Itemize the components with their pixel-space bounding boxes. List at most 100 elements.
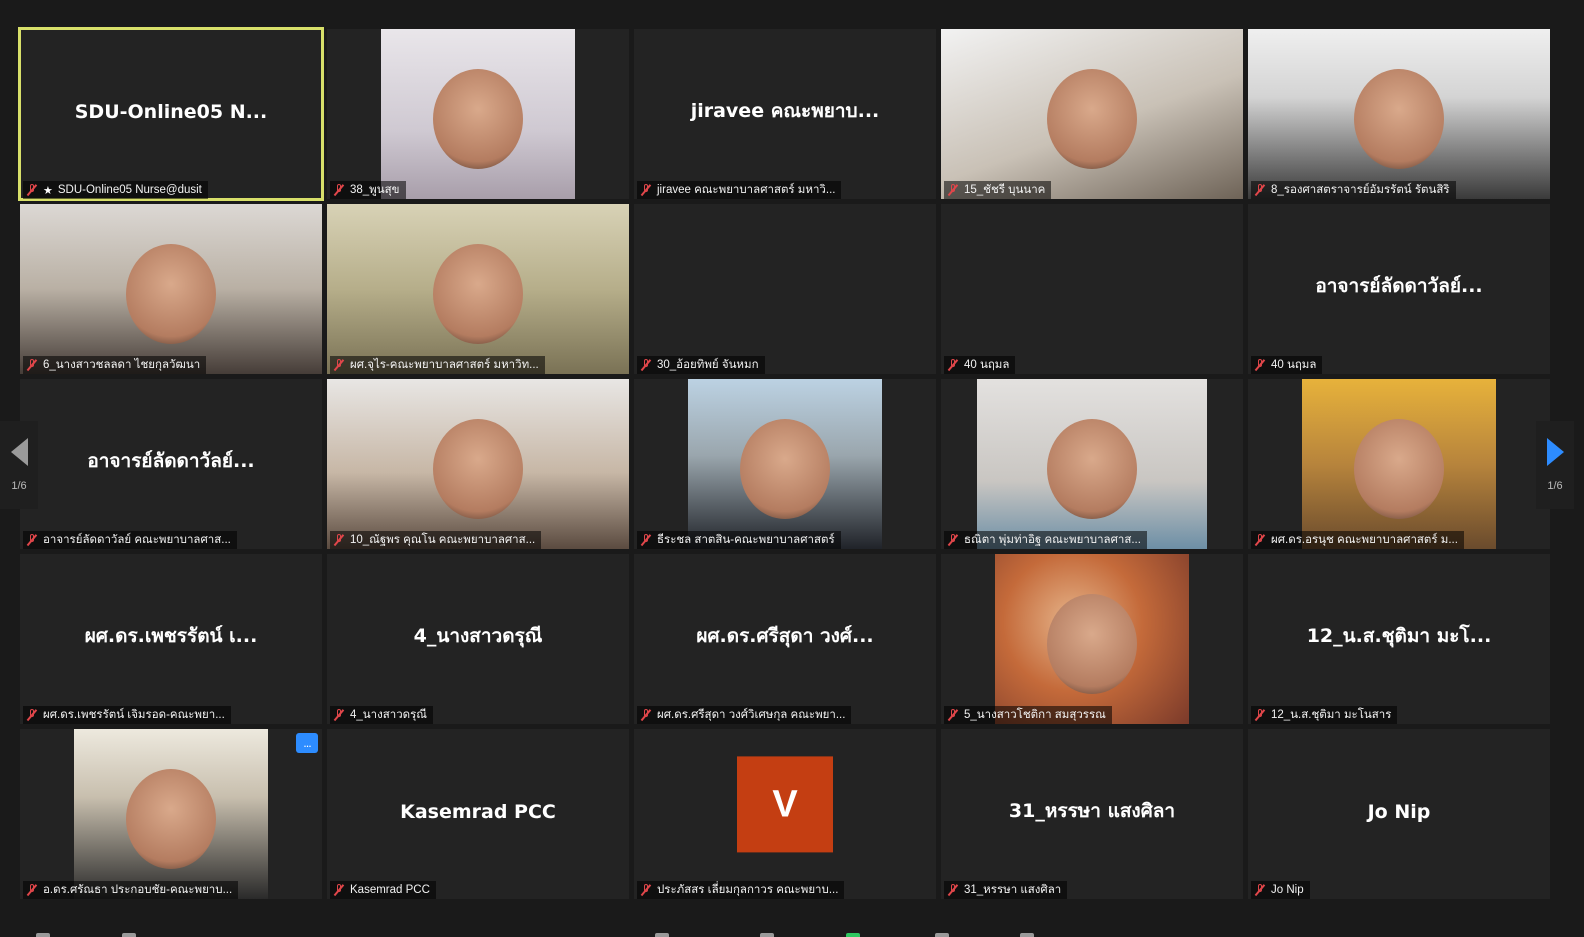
- participant-name-label: 12_น.ส.ชุติมา มะโนสาร: [1251, 706, 1398, 724]
- mic-muted-icon: [334, 359, 344, 371]
- mic-muted-icon: [27, 709, 37, 721]
- pin-icon: ★: [43, 184, 53, 197]
- participant-tile[interactable]: ผศ.ดร.อรนุช คณะพยาบาลศาสตร์ ม...: [1248, 379, 1550, 549]
- participant-tile[interactable]: 15_ชัชรี บุนนาค: [941, 29, 1243, 199]
- participant-tile[interactable]: ธณิตา พุ่มท่าอิฐ คณะพยาบาลศาส...: [941, 379, 1243, 549]
- participant-display-name: ผศ.ดร.ศรีสุดา วงศ์...: [696, 625, 874, 647]
- participant-video: [327, 204, 629, 374]
- participant-tile[interactable]: อาจารย์ลัดดาวัลย์... อาจารย์ลัดดาวัลย์ คณ…: [20, 379, 322, 549]
- next-page-button[interactable]: 1/6: [1536, 421, 1574, 509]
- participant-tile[interactable]: 6_นางสาวชลลดา ไชยกุลวัฒนา: [20, 204, 322, 374]
- mic-muted-icon: [948, 359, 958, 371]
- participant-tile[interactable]: ผศ.ดร.เพชรรัตน์ เ... ผศ.ดร.เพชรรัตน์ เจิม…: [20, 554, 322, 724]
- video-gallery: SDU-Online05 N... ★ SDU-Online05 Nurse@dus…: [18, 27, 1550, 899]
- participant-display-name: อาจารย์ลัดดาวัลย์...: [1315, 275, 1483, 297]
- participant-tile[interactable]: 5_นางสาวโชติกา สมสุวรรณ: [941, 554, 1243, 724]
- participant-display-name: Jo Nip: [1367, 800, 1431, 823]
- participant-video: [74, 729, 268, 899]
- participant-video: [941, 29, 1243, 199]
- mic-muted-icon: [1255, 709, 1265, 721]
- page-indicator-right: 1/6: [1547, 480, 1563, 492]
- participant-name-label: 38_พูนสุข: [330, 181, 406, 199]
- participant-tile[interactable]: 38_พูนสุข: [327, 29, 629, 199]
- participant-display-name: Kasemrad PCC: [400, 800, 556, 823]
- video-button[interactable]: [122, 933, 136, 937]
- participant-tile[interactable]: V ประภัสสร เลี่ยมกุลกาวร คณะพยาบ...: [634, 729, 936, 899]
- participant-name-label: ★ SDU-Online05 Nurse@dusit: [23, 181, 208, 199]
- mic-muted-icon: [334, 709, 344, 721]
- participant-name-label: 6_นางสาวชลลดา ไชยกุลวัฒนา: [23, 356, 207, 374]
- participant-tile[interactable]: SDU-Online05 N... ★ SDU-Online05 Nurse@dus…: [18, 27, 324, 201]
- participant-video: [977, 379, 1207, 549]
- participant-tile[interactable]: 10_ณัฐพร คุณโน คณะพยาบาลศาส...: [327, 379, 629, 549]
- reactions-button[interactable]: [1020, 933, 1034, 937]
- participant-name-text: 38_พูนสุข: [350, 184, 400, 196]
- participant-name-label: 30_อ้อยทิพย์ จันหมก: [637, 356, 765, 374]
- share-screen-button[interactable]: [846, 933, 860, 937]
- participant-name-text: ผศ.ดร.อรนุช คณะพยาบาลศาสตร์ ม...: [1271, 534, 1458, 546]
- mute-button[interactable]: [36, 933, 50, 937]
- participant-name-text: Jo Nip: [1271, 884, 1304, 896]
- mic-muted-icon: [334, 534, 344, 546]
- participants-button[interactable]: [655, 933, 669, 937]
- participant-tile[interactable]: 8_รองศาสตราจารย์อัมรรัตน์ รัตนสิริ: [1248, 29, 1550, 199]
- meeting-toolbar: [0, 927, 1584, 937]
- participant-tile[interactable]: Jo Nip Jo Nip: [1248, 729, 1550, 899]
- mic-muted-icon: [641, 709, 651, 721]
- participant-display-name: SDU-Online05 N...: [74, 100, 268, 123]
- participant-tile[interactable]: 30_อ้อยทิพย์ จันหมก: [634, 204, 936, 374]
- participant-name-label: ผศ.ดร.ศรีสุดา วงศ์วิเศษกุล คณะพยา...: [637, 706, 852, 724]
- participant-tile[interactable]: ผศ.จุไร-คณะพยาบาลศาสตร์ มหาวิท...: [327, 204, 629, 374]
- participant-name-text: SDU-Online05 Nurse@dusit: [57, 184, 202, 196]
- participant-tile[interactable]: 40 นฤมล: [941, 204, 1243, 374]
- participant-name-label: 15_ชัชรี บุนนาค: [944, 181, 1052, 199]
- more-options-button[interactable]: ...: [296, 733, 318, 753]
- participant-name-text: 30_อ้อยทิพย์ จันหมก: [657, 359, 759, 371]
- participant-face: [1047, 594, 1137, 694]
- participant-name-label: 8_รองศาสตราจารย์อัมรรัตน์ รัตนสิริ: [1251, 181, 1456, 199]
- mic-muted-icon: [27, 884, 37, 896]
- participant-tile[interactable]: 31_หรรษา แสงศิลา 31_หรรษา แสงศิลา: [941, 729, 1243, 899]
- prev-page-button[interactable]: 1/6: [0, 421, 38, 509]
- mic-muted-icon: [948, 184, 958, 196]
- participant-face: [433, 419, 523, 519]
- participant-avatar: V: [737, 756, 833, 853]
- participant-tile[interactable]: ... อ.ดร.ศรัณธา ประกอบชัย-คณะพยาบ...: [20, 729, 322, 899]
- participant-name-label: 5_นางสาวโชติกา สมสุวรรณ: [944, 706, 1112, 724]
- participant-name-text: 10_ณัฐพร คุณโน คณะพยาบาลศาส...: [350, 534, 536, 546]
- participant-display-name: อาจารย์ลัดดาวัลย์...: [87, 450, 255, 472]
- page-indicator-left: 1/6: [11, 480, 27, 492]
- participant-video: [327, 379, 629, 549]
- participant-name-label: 40 นฤมล: [1251, 356, 1323, 374]
- participant-tile[interactable]: 4_นางสาวดรุณี 4_นางสาวดรุณี: [327, 554, 629, 724]
- mic-muted-icon: [948, 884, 958, 896]
- participant-display-name: 31_หรรษา แสงศิลา: [1008, 800, 1176, 822]
- participant-video: [1248, 29, 1550, 199]
- participant-name-text: 12_น.ส.ชุติมา มะโนสาร: [1271, 709, 1392, 721]
- participant-tile[interactable]: ผศ.ดร.ศรีสุดา วงศ์... ผศ.ดร.ศรีสุดา วงศ์ว…: [634, 554, 936, 724]
- participant-tile[interactable]: jiravee คณะพยาบ... jiravee คณะพยาบาลศาสตร…: [634, 29, 936, 199]
- participant-display-name: 4_นางสาวดรุณี: [413, 625, 543, 647]
- participant-name-label: 40 นฤมล: [944, 356, 1016, 374]
- participant-name-label: jiravee คณะพยาบาลศาสตร์ มหาวิ...: [637, 181, 842, 199]
- participant-name-text: 40 นฤมล: [964, 359, 1010, 371]
- participant-face: [433, 69, 523, 169]
- participant-face: [433, 244, 523, 344]
- record-button[interactable]: [935, 933, 949, 937]
- participant-tile[interactable]: Kasemrad PCC Kasemrad PCC: [327, 729, 629, 899]
- mic-muted-icon: [641, 884, 651, 896]
- participant-name-label: อ.ดร.ศรัณธา ประกอบชัย-คณะพยาบ...: [23, 881, 239, 899]
- participant-name-label: ธีระชล สาตสิน-คณะพยาบาลศาสตร์: [637, 531, 841, 549]
- participant-tile[interactable]: 12_น.ส.ชุติมา มะโ... 12_น.ส.ชุติมา มะโนสา…: [1248, 554, 1550, 724]
- participant-display-name: 12_น.ส.ชุติมา มะโ...: [1306, 625, 1492, 647]
- participant-tile[interactable]: ธีระชล สาตสิน-คณะพยาบาลศาสตร์: [634, 379, 936, 549]
- participant-name-label: ประภัสสร เลี่ยมกุลกาวร คณะพยาบ...: [637, 881, 845, 899]
- participant-face: [1047, 419, 1137, 519]
- participant-video: [20, 204, 322, 374]
- participant-name-text: 5_นางสาวโชติกา สมสุวรรณ: [964, 709, 1106, 721]
- participant-tile[interactable]: อาจารย์ลัดดาวัลย์... 40 นฤมล: [1248, 204, 1550, 374]
- participant-face: [1354, 419, 1444, 519]
- participant-name-label: Kasemrad PCC: [330, 881, 436, 899]
- chat-button[interactable]: [760, 933, 774, 937]
- participant-face: [1354, 69, 1444, 169]
